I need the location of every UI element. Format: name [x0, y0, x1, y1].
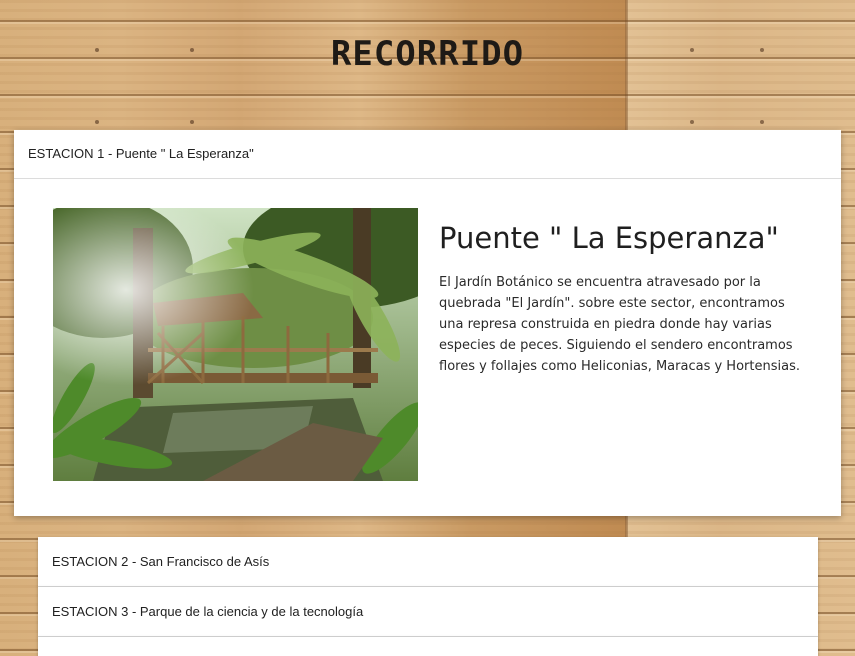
station-4-header[interactable] [38, 637, 818, 656]
wood-knot [95, 120, 99, 124]
wood-knot [690, 120, 694, 124]
station-panel-2: ESTACION 2 - San Francisco de Asís [38, 537, 818, 587]
station-1-heading: Puente " La Esperanza" [439, 221, 779, 255]
station-panel-4 [38, 637, 818, 656]
station-1-body: Puente " La Esperanza" El Jardín Botánic… [14, 179, 841, 516]
station-1-photo-bridge [53, 208, 418, 481]
station-3-header[interactable]: ESTACION 3 - Parque de la ciencia y de l… [38, 587, 818, 637]
station-1-header[interactable]: ESTACION 1 - Puente " La Esperanza" [14, 130, 841, 179]
wood-knot [760, 120, 764, 124]
station-panel-1: ESTACION 1 - Puente " La Esperanza" Puen… [14, 130, 841, 516]
station-1-description: El Jardín Botánico se encuentra atravesa… [439, 275, 800, 374]
station-2-header[interactable]: ESTACION 2 - San Francisco de Asís [38, 537, 818, 587]
page-title: RECORRIDO [330, 34, 525, 74]
wood-knot [190, 120, 194, 124]
station-panel-3: ESTACION 3 - Parque de la ciencia y de l… [38, 587, 818, 637]
